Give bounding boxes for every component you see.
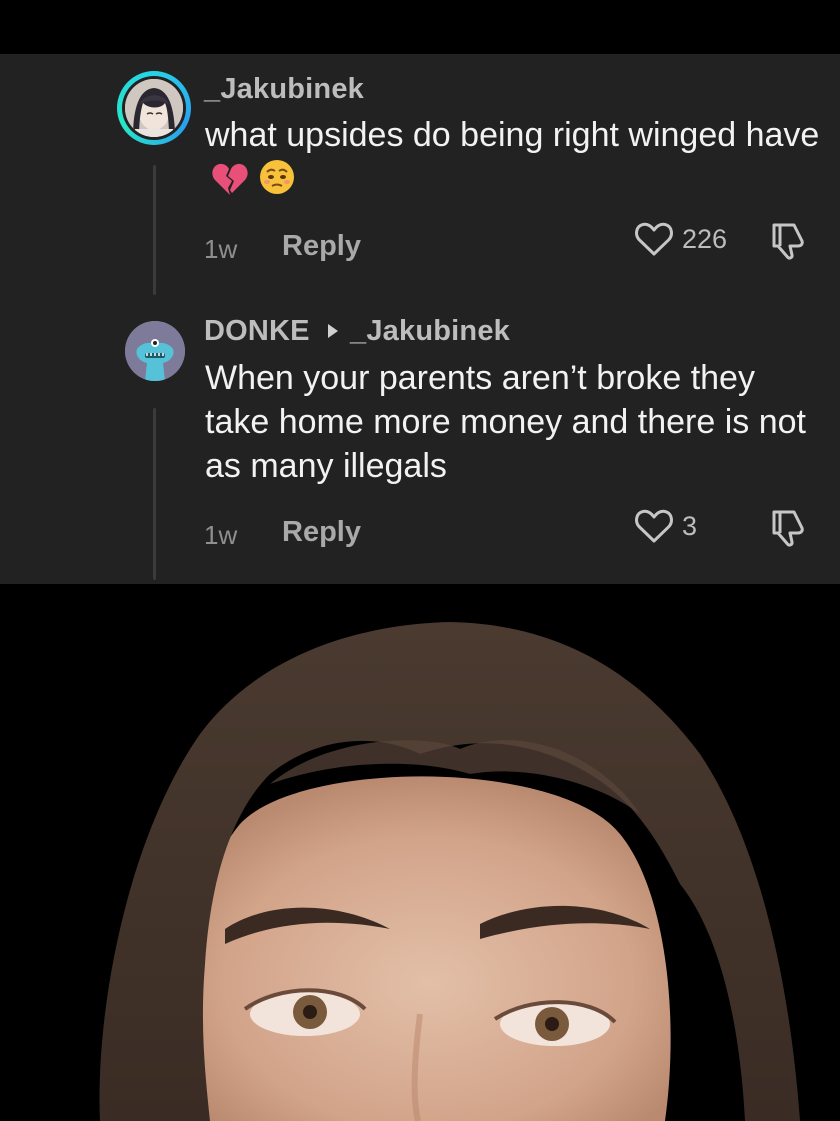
comment-timestamp: 1w [204,520,238,550]
thread-line [153,408,156,580]
thumbs-down-icon[interactable] [766,221,808,266]
comment-timestamp: 1w [204,234,238,264]
heart-outline-icon[interactable] [634,508,674,549]
reaction-photo [0,584,840,1121]
broken-heart-icon [211,162,249,207]
pleading-face-icon [258,158,296,207]
reply-button[interactable]: Reply [282,516,361,549]
thumbs-down-icon[interactable] [766,508,808,553]
avatar-jakubinek[interactable] [125,79,183,137]
comment-body: When your parents aren’t broke they take… [205,359,806,485]
comment-text: what upsides do being right winged have [205,113,825,207]
like-count: 3 [682,511,698,541]
replied-to-username[interactable]: _Jakubinek [350,315,510,348]
top-black-bar [0,0,840,54]
comment-username[interactable]: _Jakubinek [204,73,364,106]
face-photo-illustration [99,622,800,1121]
reply-button[interactable]: Reply [282,230,361,263]
avatar-donke[interactable] [125,321,185,381]
anime-avatar-icon [125,79,183,137]
comment-body: what upsides do being right winged have [205,116,820,154]
comment-username[interactable]: DONKE [204,315,310,348]
like-count: 226 [682,224,728,254]
caret-right-icon [328,324,338,338]
avatar-story-ring[interactable] [117,71,191,145]
thread-line [153,165,156,295]
monster-avatar-icon [125,321,185,381]
heart-outline-icon[interactable] [634,221,674,262]
